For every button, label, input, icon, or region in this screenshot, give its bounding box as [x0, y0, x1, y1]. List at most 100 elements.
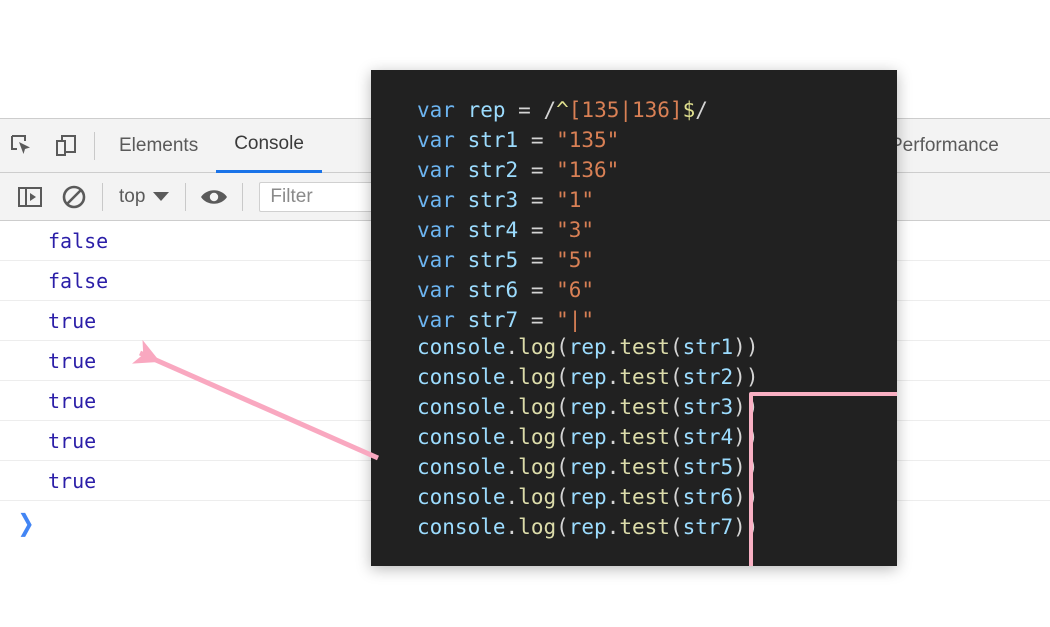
clear-console-icon[interactable] [52, 175, 96, 219]
console-toolbar-divider-2 [185, 182, 187, 211]
code-keyword: var [417, 248, 455, 272]
code-identifier: str5 [682, 455, 734, 479]
code-method: test [619, 425, 670, 449]
code-object: rep [568, 455, 607, 479]
code-string-literal: "5" [556, 248, 595, 272]
code-object: rep [568, 395, 607, 419]
code-paren: ( [556, 515, 569, 539]
code-identifier: rep [467, 98, 506, 122]
code-method: test [619, 455, 670, 479]
code-method: log [518, 485, 557, 509]
tab-console[interactable]: Console [216, 119, 322, 173]
code-keyword: var [417, 308, 455, 332]
code-paren: ( [669, 425, 683, 449]
code-dot: . [505, 455, 519, 479]
code-keyword: var [417, 98, 455, 122]
code-paren: ( [669, 335, 683, 359]
code-paren: ( [556, 485, 569, 509]
code-object: rep [568, 365, 607, 389]
code-operator: = [518, 278, 557, 302]
filter-placeholder-text: Filter [270, 185, 313, 207]
code-object: rep [568, 335, 607, 359]
code-method: test [619, 395, 670, 419]
code-string-literal: "136" [556, 158, 620, 182]
code-keyword: var [417, 158, 455, 182]
code-line-call: console.log(rep.test(str1)) [417, 332, 758, 362]
code-method: test [619, 365, 670, 389]
code-paren: ( [669, 515, 683, 539]
code-dot: . [505, 425, 519, 449]
tab-elements[interactable]: Elements [101, 119, 216, 173]
code-paren: ( [556, 365, 569, 389]
code-method: log [518, 365, 557, 389]
code-object: console [417, 515, 506, 539]
code-paren: )) [733, 395, 759, 419]
code-regex-anchor-end: $ [682, 98, 696, 122]
execution-context-selector[interactable]: top [109, 186, 179, 208]
code-calls-block: console.log(rep.test(str1)) console.log(r… [417, 332, 758, 542]
code-object: console [417, 425, 506, 449]
code-regex-delim: / [695, 98, 708, 122]
code-dot: . [505, 395, 519, 419]
code-identifier: str3 [682, 395, 734, 419]
code-paren: ( [556, 395, 569, 419]
code-paren: )) [733, 335, 759, 359]
code-dot: . [606, 485, 620, 509]
inspect-element-icon[interactable] [0, 124, 44, 168]
code-paren: ( [669, 455, 683, 479]
code-line-declaration: var str5 = "5" [417, 245, 708, 275]
code-object: console [417, 395, 506, 419]
code-line-declaration: var str2 = "136" [417, 155, 708, 185]
code-string-literal: "1" [556, 188, 595, 212]
console-sidebar-icon[interactable] [8, 175, 52, 219]
code-string-literal: "6" [556, 278, 595, 302]
code-line-call: console.log(rep.test(str3)) [417, 392, 758, 422]
code-dot: . [505, 335, 519, 359]
code-object: console [417, 455, 506, 479]
code-operator: = [518, 158, 557, 182]
code-line-declaration: var str1 = "135" [417, 125, 708, 155]
code-identifier: str2 [467, 158, 519, 182]
code-keyword: var [417, 218, 455, 242]
code-dot: . [606, 365, 620, 389]
code-snippet-overlay: var rep = /^[135|136]$/var str1 = "135" v… [371, 70, 897, 566]
code-object: rep [568, 485, 607, 509]
code-identifier: str4 [467, 218, 519, 242]
code-method: test [619, 335, 670, 359]
code-paren: )) [733, 425, 759, 449]
code-identifier: str7 [682, 515, 734, 539]
code-keyword: var [417, 278, 455, 302]
console-log-calls-highlight-box [749, 392, 897, 566]
code-keyword: var [417, 188, 455, 212]
code-paren: ( [556, 425, 569, 449]
code-object: rep [568, 515, 607, 539]
code-dot: . [505, 515, 519, 539]
code-line-declaration: var str6 = "6" [417, 275, 708, 305]
code-regex-body: [135|136] [568, 98, 683, 122]
code-method: test [619, 485, 670, 509]
code-regex-delim: / [543, 98, 557, 122]
live-expression-icon[interactable] [192, 175, 236, 219]
code-keyword: var [417, 128, 455, 152]
code-method: test [619, 515, 670, 539]
code-paren: ( [556, 455, 569, 479]
code-operator: = [518, 188, 557, 212]
code-identifier: str6 [467, 278, 519, 302]
code-declarations-block: var rep = /^[135|136]$/var str1 = "135" v… [417, 95, 708, 335]
code-identifier: str6 [682, 485, 734, 509]
code-string-literal: "135" [556, 128, 620, 152]
code-dot: . [606, 335, 620, 359]
code-identifier: str4 [682, 425, 734, 449]
device-toolbar-icon[interactable] [44, 124, 88, 168]
console-toolbar-divider-3 [242, 182, 244, 211]
code-identifier: str5 [467, 248, 519, 272]
code-object: console [417, 485, 506, 509]
code-operator: = [505, 98, 544, 122]
code-dot: . [505, 485, 519, 509]
code-paren: ( [669, 365, 683, 389]
